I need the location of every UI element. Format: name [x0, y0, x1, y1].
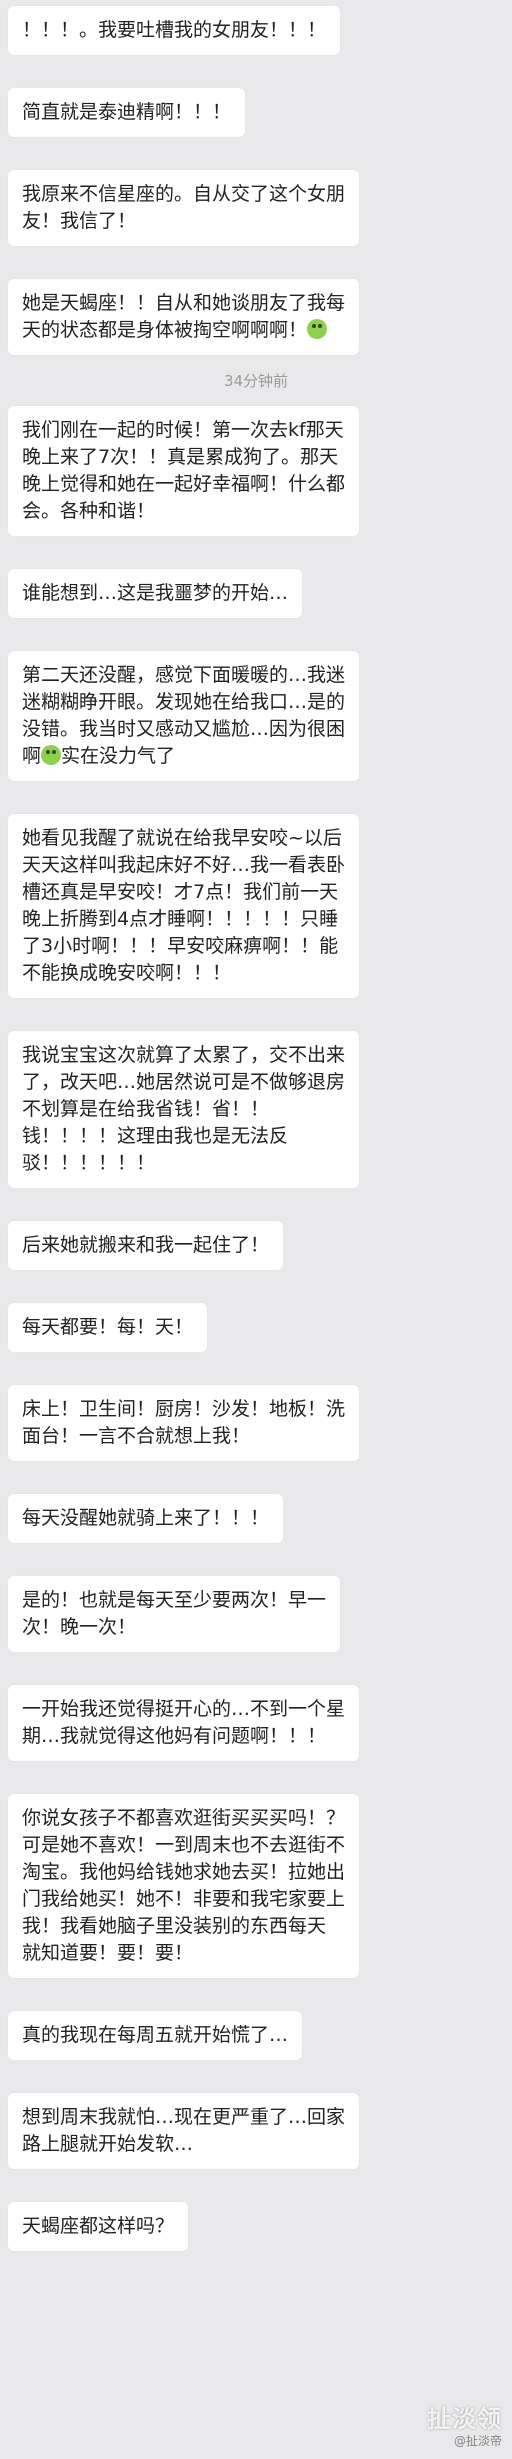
- chat-screen: ！！！。我要吐槽我的女朋友！！！ 简直就是泰迪精啊！！！ 我原来不信星座的。自从…: [0, 0, 512, 2459]
- message-timestamp: 34分钟前: [223, 372, 289, 390]
- chat-message-18: 想到周末我就怕…现在更严重了…回家 路上腿就开始发软…: [8, 2093, 360, 2169]
- watermark: 扯淡领 @扯淡帝: [427, 2399, 502, 2449]
- chat-message-1: ！！！。我要吐槽我的女朋友！！！: [8, 6, 341, 55]
- chat-message-8: 她看见我醒了就说在给我早安咬~以后 天天这样叫我起床好不好…我一看表卧 槽还真是…: [8, 814, 360, 998]
- chat-message-4: 她是天蝎座！！自从和她谈朋友了我每 天的状态都是身体被掏空啊啊啊！: [8, 279, 360, 355]
- green-face-emoji-icon: [307, 319, 328, 339]
- chat-message-14: 是的！也就是每天至少要两次！早一 次！晚一次！: [8, 1576, 341, 1652]
- watermark-handle: @扯淡帝: [453, 2434, 502, 2448]
- chat-message-6: 谁能想到…这是我噩梦的开始…: [8, 569, 303, 618]
- chat-message-19: 天蝎座都这样吗？: [8, 2202, 189, 2251]
- chat-message-5: 我们刚在一起的时候！第一次去kf那天 晚上来了7次！！真是累成狗了。那天 晚上觉…: [8, 406, 360, 536]
- chat-message-3: 我原来不信星座的。自从交了这个女朋 友！我信了！: [8, 170, 360, 246]
- watermark-logo: 扯淡领: [427, 2404, 502, 2433]
- chat-message-13: 每天没醒她就骑上来了！！！: [8, 1494, 284, 1543]
- chat-message-9: 我说宝宝这次就算了太累了，交不出来 了，改天吧…她居然说可是不做够退房 不划算是…: [8, 1031, 360, 1188]
- green-face-emoji-icon: [41, 745, 62, 765]
- chat-message-12: 床上！卫生间！厨房！沙发！地板！洗 面台！一言不合就想上我！: [8, 1385, 360, 1461]
- chat-message-17: 真的我现在每周五就开始慌了…: [8, 2011, 303, 2060]
- chat-message-7: 第二天还没醒，感觉下面暖暖的…我迷 迷糊糊睁开眼。发现她在给我口…是的 没错。我…: [8, 651, 360, 781]
- chat-message-11: 每天都要！每！天！: [8, 1303, 208, 1352]
- chat-message-15: 一开始我还觉得挺开心的…不到一个星 期…我就觉得这他妈有问题啊！！！: [8, 1685, 360, 1761]
- chat-message-2: 简直就是泰迪精啊！！！: [8, 88, 246, 137]
- chat-message-16: 你说女孩子不都喜欢逛街买买买吗！？ 可是她不喜欢！一到周末也不去逛街不 淘宝。我…: [8, 1794, 360, 1978]
- chat-message-10: 后来她就搬来和我一起住了！: [8, 1221, 284, 1270]
